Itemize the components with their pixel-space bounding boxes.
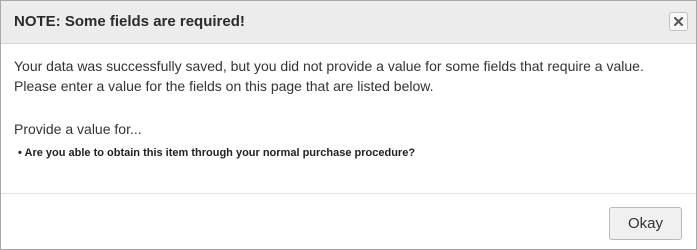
required-field-label: Are you able to obtain this item through… <box>24 147 416 159</box>
dialog-titlebar: NOTE: Some fields are required! <box>1 1 696 44</box>
required-field-item: • Are you able to obtain this item throu… <box>18 147 415 159</box>
okay-button[interactable]: Okay <box>609 207 682 240</box>
required-fields-dialog: NOTE: Some fields are required! Your dat… <box>0 0 697 250</box>
dialog-title: NOTE: Some fields are required! <box>14 13 245 30</box>
dialog-message: Your data was successfully saved, but yo… <box>14 58 644 94</box>
footer-divider <box>1 193 696 194</box>
close-icon <box>674 17 683 26</box>
provide-value-label: Provide a value for... <box>14 121 142 137</box>
close-button[interactable] <box>669 12 688 31</box>
